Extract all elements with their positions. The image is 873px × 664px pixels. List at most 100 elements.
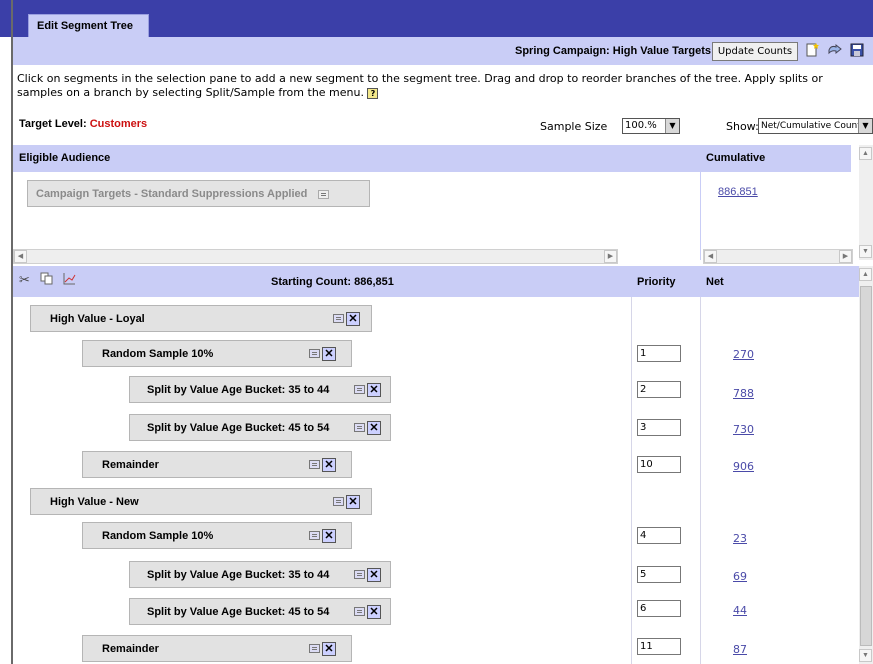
open-icon[interactable] [826, 42, 844, 60]
close-icon[interactable]: ✕ [367, 605, 381, 619]
segment-label: High Value - Loyal [50, 313, 145, 325]
segment-node[interactable]: High Value - New ✕ [30, 488, 372, 515]
scroll-up-icon[interactable]: ▲ [859, 147, 872, 160]
priority-input[interactable]: 1 [637, 345, 681, 362]
scroll-left-icon[interactable]: ◀ [14, 250, 27, 263]
cut-icon[interactable]: ✂ [19, 272, 30, 288]
menu-icon[interactable] [318, 190, 330, 199]
priority-title: Priority [637, 276, 676, 288]
campaign-title: Spring Campaign: High Value Targets [515, 45, 711, 57]
close-icon[interactable]: ✕ [367, 568, 381, 582]
net-value-link[interactable]: 906 [733, 460, 754, 473]
segment-label: Split by Value Age Bucket: 35 to 44 [147, 384, 330, 396]
chevron-down-icon[interactable]: ▼ [665, 119, 679, 133]
segment-node[interactable]: Remainder ✕ [82, 451, 352, 478]
close-icon[interactable]: ✕ [322, 347, 336, 361]
eligible-audience-title: Eligible Audience [19, 152, 111, 164]
net-value-link[interactable]: 87 [733, 643, 747, 656]
menu-icon[interactable] [309, 460, 320, 469]
menu-icon[interactable] [354, 385, 365, 394]
net-title: Net [706, 276, 724, 288]
scroll-down-icon[interactable]: ▼ [859, 649, 872, 662]
menu-icon[interactable] [309, 531, 320, 540]
segment-label: Split by Value Age Bucket: 35 to 44 [147, 569, 330, 581]
close-icon[interactable]: ✕ [367, 383, 381, 397]
campaign-targets-label: Campaign Targets - Standard Suppressions… [36, 188, 308, 200]
scroll-right-icon[interactable]: ▶ [604, 250, 617, 263]
menu-icon[interactable] [354, 607, 365, 616]
scroll-up-icon[interactable]: ▲ [859, 268, 872, 281]
menu-icon[interactable] [309, 349, 320, 358]
segment-label: High Value - New [50, 496, 139, 508]
cumulative-value-link[interactable]: 886,851 [718, 186, 758, 198]
left-border [11, 0, 13, 664]
segment-node[interactable]: Split by Value Age Bucket: 35 to 44 ✕ [129, 561, 391, 588]
horizontal-scrollbar[interactable]: ◀ ▶ [703, 249, 853, 264]
close-icon[interactable]: ✕ [322, 529, 336, 543]
segment-node[interactable]: Split by Value Age Bucket: 45 to 54 ✕ [129, 414, 391, 441]
priority-divider [631, 297, 632, 664]
segment-node[interactable]: Split by Value Age Bucket: 35 to 44 ✕ [129, 376, 391, 403]
priority-input[interactable]: 10 [637, 456, 681, 473]
show-label: Show: [726, 120, 759, 133]
starting-count: Starting Count: 886,851 [271, 276, 394, 288]
net-value-link[interactable]: 730 [733, 423, 754, 436]
net-value-link[interactable]: 788 [733, 387, 754, 400]
menu-icon[interactable] [333, 497, 344, 506]
scroll-left-icon[interactable]: ◀ [704, 250, 717, 263]
cumulative-title: Cumulative [706, 152, 766, 164]
close-icon[interactable]: ✕ [346, 495, 360, 509]
menu-icon[interactable] [354, 423, 365, 432]
priority-input[interactable]: 5 [637, 566, 681, 583]
scroll-thumb[interactable] [860, 286, 872, 646]
priority-input[interactable]: 6 [637, 600, 681, 617]
priority-input[interactable]: 4 [637, 527, 681, 544]
campaign-targets-segment[interactable]: Campaign Targets - Standard Suppressions… [27, 180, 370, 207]
close-icon[interactable]: ✕ [322, 458, 336, 472]
segment-node[interactable]: Random Sample 10% ✕ [82, 340, 352, 367]
update-counts-button[interactable]: Update Counts [712, 42, 798, 61]
instructions-text: Click on segments in the selection pane … [17, 72, 823, 99]
chart-icon[interactable] [62, 272, 76, 289]
new-document-icon[interactable] [803, 42, 821, 60]
net-value-link[interactable]: 69 [733, 570, 747, 583]
scroll-right-icon[interactable]: ▶ [839, 250, 852, 263]
segment-node[interactable]: Random Sample 10% ✕ [82, 522, 352, 549]
save-icon[interactable] [848, 42, 866, 60]
segment-label: Random Sample 10% [102, 530, 214, 542]
sample-size-select[interactable]: 100.% ▼ [622, 118, 680, 134]
priority-input[interactable]: 2 [637, 381, 681, 398]
close-icon[interactable]: ✕ [322, 642, 336, 656]
show-value: Net/Cumulative Counts [761, 121, 866, 131]
segment-node[interactable]: High Value - Loyal ✕ [30, 305, 372, 332]
segment-node[interactable]: Split by Value Age Bucket: 45 to 54 ✕ [129, 598, 391, 625]
horizontal-scrollbar[interactable]: ◀ ▶ [13, 249, 618, 264]
vertical-scrollbar[interactable]: ▲ ▼ [859, 145, 873, 260]
segment-label: Random Sample 10% [102, 348, 214, 360]
target-level-label: Target Level: [19, 118, 87, 130]
tab-edit-segment-tree[interactable]: Edit Segment Tree [28, 14, 149, 37]
segment-label: Remainder [102, 459, 159, 471]
pane-divider [700, 145, 701, 260]
net-value-link[interactable]: 23 [733, 532, 747, 545]
priority-input[interactable]: 11 [637, 638, 681, 655]
menu-icon[interactable] [309, 644, 320, 653]
net-divider [700, 297, 701, 664]
scroll-down-icon[interactable]: ▼ [859, 245, 872, 258]
close-icon[interactable]: ✕ [367, 421, 381, 435]
menu-icon[interactable] [333, 314, 344, 323]
segment-tree-header [13, 266, 859, 297]
close-icon[interactable]: ✕ [346, 312, 360, 326]
chevron-down-icon[interactable]: ▼ [858, 119, 872, 133]
show-select[interactable]: Net/Cumulative Counts ▼ [758, 118, 873, 134]
menu-icon[interactable] [354, 570, 365, 579]
segment-label: Split by Value Age Bucket: 45 to 54 [147, 606, 330, 618]
segment-node[interactable]: Remainder ✕ [82, 635, 352, 662]
priority-input[interactable]: 3 [637, 419, 681, 436]
vertical-scrollbar[interactable]: ▲ ▼ [859, 266, 873, 664]
help-icon[interactable]: ? [367, 87, 379, 99]
copy-icon[interactable] [40, 272, 54, 289]
net-value-link[interactable]: 44 [733, 604, 747, 617]
net-value-link[interactable]: 270 [733, 348, 754, 361]
instructions: Click on segments in the selection pane … [17, 72, 867, 100]
